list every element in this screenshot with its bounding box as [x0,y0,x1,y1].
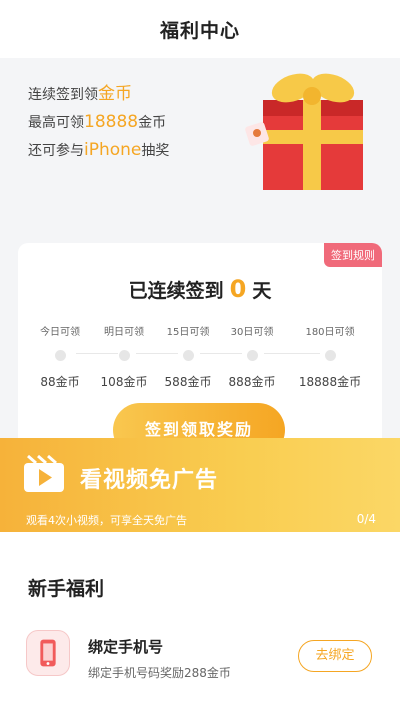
day-status-dot [246,350,258,361]
checkin-status: 已连续签到 0 天 [128,275,272,303]
schedule-day: 30日可领 888金币 [228,327,276,389]
page-title: 福利中心 [159,19,240,42]
watch-video-banner[interactable]: 看视频免广告 观看4次小视频，可享全天免广告 0/4 [0,438,400,532]
top-bar: 福利中心 [0,0,400,58]
gift-box-icon [245,73,363,190]
mobile-phone-icon [26,630,70,676]
checkin-rules-tag[interactable]: 签到规则 [324,243,382,267]
task-name: 绑定手机号 [88,638,164,656]
video-banner-title: 看视频免广告 [80,468,219,493]
schedule-day: 180日可领 18888金币 [298,327,362,389]
day-status-dot [182,350,194,361]
task-description: 绑定手机号码奖励288金币 [88,666,231,680]
checkin-day-count: 0 [229,275,247,303]
newbie-benefits-section: 新手福利 绑定手机号 绑定手机号码奖励288金币 去绑定 [0,540,400,710]
promo-line-3: 还可参与iPhone抽奖 [28,140,170,160]
video-play-icon [24,454,64,492]
video-progress: 0/4 [356,512,376,526]
promo-line-1: 连续签到领金币 [28,84,132,104]
checkin-hero: 连续签到领金币 最高可领18888金币 还可参与iPhone抽奖 签到规则 已连… [0,58,400,478]
bind-phone-button[interactable]: 去绑定 [298,640,372,672]
day-status-dot [54,350,66,361]
day-status-dot [118,350,130,361]
promo-line-2: 最高可领18888金币 [28,112,167,132]
video-banner-subtitle: 观看4次小视频，可享全天免广告 [26,514,187,527]
hero-promo-text: 连续签到领金币 最高可领18888金币 还可参与iPhone抽奖 [28,80,169,164]
checkin-schedule: 今日可领 88金币 明日可领 108金币 15日可领 588金币 30日可领 8… [18,323,382,393]
section-title: 新手福利 [28,578,105,600]
day-status-dot [324,350,336,361]
